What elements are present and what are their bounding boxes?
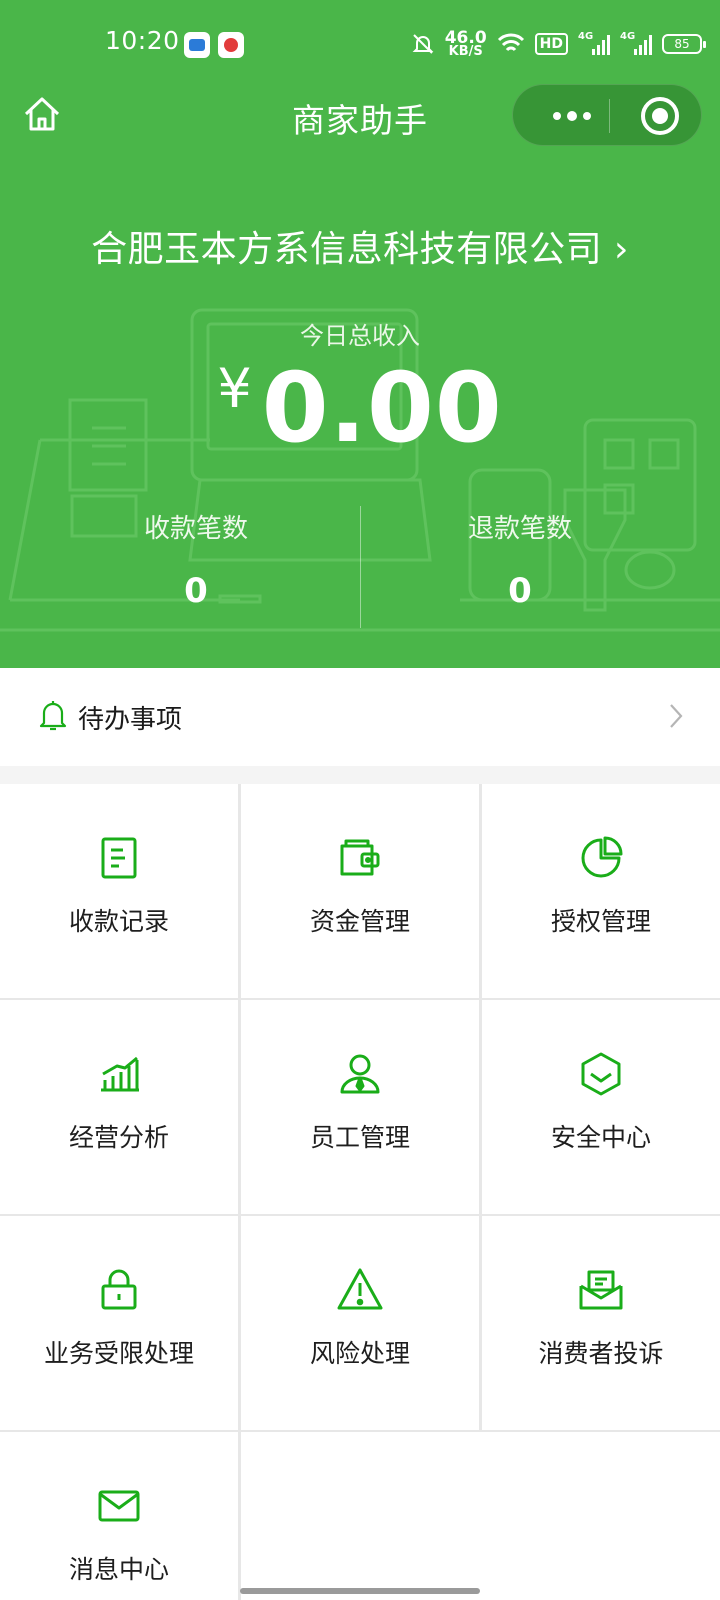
mail-icon: [98, 1490, 140, 1522]
todo-row[interactable]: 待办事项: [0, 668, 720, 766]
menu-item-message-center[interactable]: 消息中心: [0, 1432, 238, 1600]
menu-item-consumer-complaints[interactable]: 消费者投诉: [482, 1216, 720, 1430]
hero-header: 10:20 46.0 KB/S HD 4G 4G 85 商家助手 合肥玉本方系信…: [0, 0, 720, 668]
hd-badge: HD: [534, 33, 568, 55]
merchant-assistant-page: 10:20 46.0 KB/S HD 4G 4G 85 商家助手 合肥玉本方系信…: [0, 0, 720, 1600]
map-notification-icon: [218, 32, 244, 58]
chevron-right-icon: [670, 704, 683, 728]
menu-item-security-center[interactable]: 安全中心: [482, 1000, 720, 1214]
warning-icon: [337, 1268, 383, 1310]
bar-chart-icon: [101, 1056, 139, 1092]
income-value: 0.00: [261, 352, 503, 464]
status-bar: 10:20 46.0 KB/S HD 4G 4G 85: [0, 0, 720, 90]
menu-item-staff-management[interactable]: 员工管理: [241, 1000, 479, 1214]
app-notification-icon: [184, 32, 210, 58]
lock-icon: [101, 1269, 137, 1310]
menu-item-business-analysis[interactable]: 经营分析: [0, 1000, 238, 1214]
receipt-icon: [101, 837, 137, 879]
menu-item-risk-handling[interactable]: 风险处理: [241, 1216, 479, 1430]
capsule-divider: [609, 99, 610, 133]
income-amount: ¥0.00: [0, 352, 720, 464]
more-dots-icon[interactable]: [539, 85, 603, 147]
company-name-link[interactable]: 合肥玉本方系信息科技有限公司 ›: [0, 220, 720, 272]
income-label: 今日总收入: [300, 322, 420, 350]
stat-refunds[interactable]: 退款笔数 0: [340, 508, 700, 611]
feature-grid: 收款记录 资金管理 授权管理 经营分析 员工管理 安全中心 业务受限处理 风险处…: [0, 784, 720, 1600]
stat-payments[interactable]: 收款笔数 0: [16, 508, 376, 611]
menu-item-fund-management[interactable]: 资金管理: [241, 784, 479, 998]
pie-chart-icon: [581, 836, 623, 878]
status-indicators: 46.0 KB/S HD 4G 4G 85: [411, 28, 706, 60]
currency-symbol: ¥: [217, 357, 252, 420]
home-indicator-bar[interactable]: [240, 1588, 480, 1594]
section-gap: [0, 766, 720, 784]
battery-icon: 85: [662, 34, 706, 54]
wifi-icon: [497, 33, 524, 52]
menu-item-payment-records[interactable]: 收款记录: [0, 784, 238, 998]
complaint-icon: [579, 1270, 623, 1310]
target-close-icon[interactable]: [641, 97, 679, 135]
todo-label: 待办事项: [78, 705, 183, 735]
signal-icon: 4G: [578, 31, 610, 55]
menu-item-business-restriction[interactable]: 业务受限处理: [0, 1216, 238, 1430]
empty-cell: [241, 1432, 720, 1600]
bell-icon: [39, 701, 67, 731]
chevron-right-icon: ›: [614, 229, 629, 270]
status-time: 10:20: [105, 26, 180, 55]
shield-icon: [581, 1052, 621, 1096]
signal-icon-2: 4G: [620, 31, 652, 55]
mute-icon: [412, 34, 434, 54]
net-speed: 46.0 KB/S: [444, 28, 487, 59]
wallet-icon: [340, 839, 380, 876]
mini-program-capsule: [512, 84, 702, 146]
menu-item-authorization[interactable]: 授权管理: [482, 784, 720, 998]
employee-icon: [340, 1054, 380, 1094]
